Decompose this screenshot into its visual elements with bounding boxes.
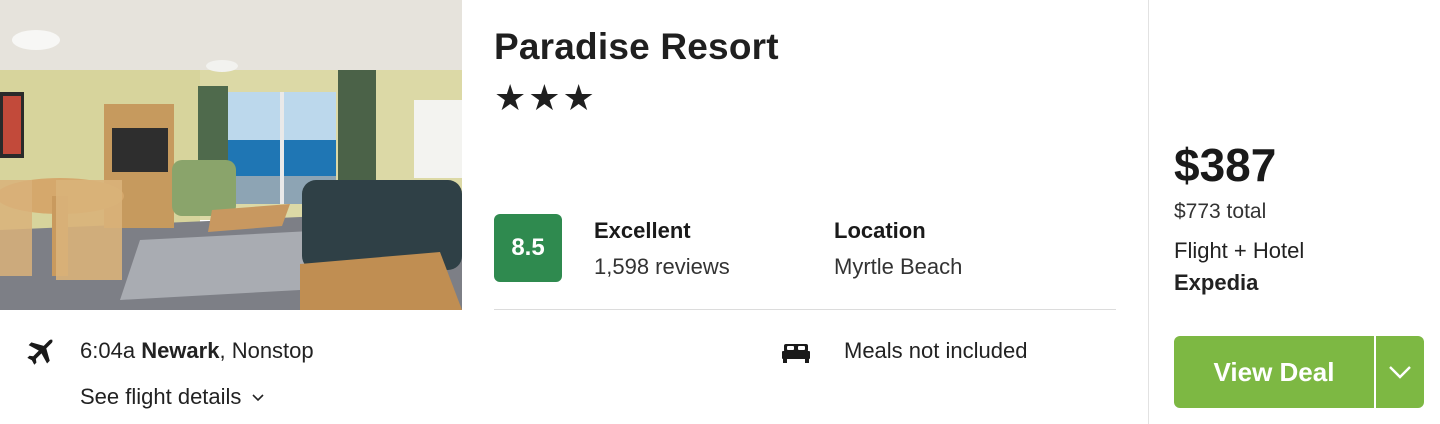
chevron-down-icon: [252, 394, 265, 402]
location-label: Location: [834, 218, 926, 243]
flight-summary: 6:04a Newark, Nonstop: [80, 338, 314, 364]
rating-label: Excellent: [594, 218, 691, 243]
see-flight-details-label: See flight details: [80, 384, 242, 409]
total-price: $773 total: [1174, 200, 1267, 223]
hotel-name[interactable]: Paradise Resort: [494, 26, 779, 68]
chevron-down-icon: [1389, 366, 1411, 379]
hotel-photo[interactable]: [0, 0, 462, 310]
package-type: Flight + Hotel: [1174, 238, 1305, 263]
departure-time: 6:04a: [80, 338, 136, 363]
view-deal-button[interactable]: View Deal: [1174, 336, 1374, 408]
column-divider: [1148, 0, 1149, 424]
flight-stops: , Nonstop: [219, 338, 314, 363]
star-rating: ★★★: [494, 77, 597, 118]
hotel-result-card: Paradise Resort ★★★ 8.5 Excellent 1,598 …: [0, 0, 1440, 424]
review-count[interactable]: 1,598 reviews: [594, 254, 730, 280]
meals-info: Meals not included: [844, 338, 1028, 363]
bed-icon: [782, 344, 810, 363]
location-value: Myrtle Beach: [834, 254, 963, 279]
departure-airport: Newark: [141, 338, 220, 363]
deal-provider: Expedia: [1174, 270, 1259, 295]
see-flight-details-link[interactable]: See flight details: [80, 384, 265, 410]
review-score-badge: 8.5: [494, 214, 562, 282]
divider: [494, 309, 1116, 310]
airplane-icon: [27, 339, 53, 365]
nightly-price: $387: [1174, 139, 1277, 191]
view-deal-dropdown[interactable]: [1376, 336, 1424, 408]
